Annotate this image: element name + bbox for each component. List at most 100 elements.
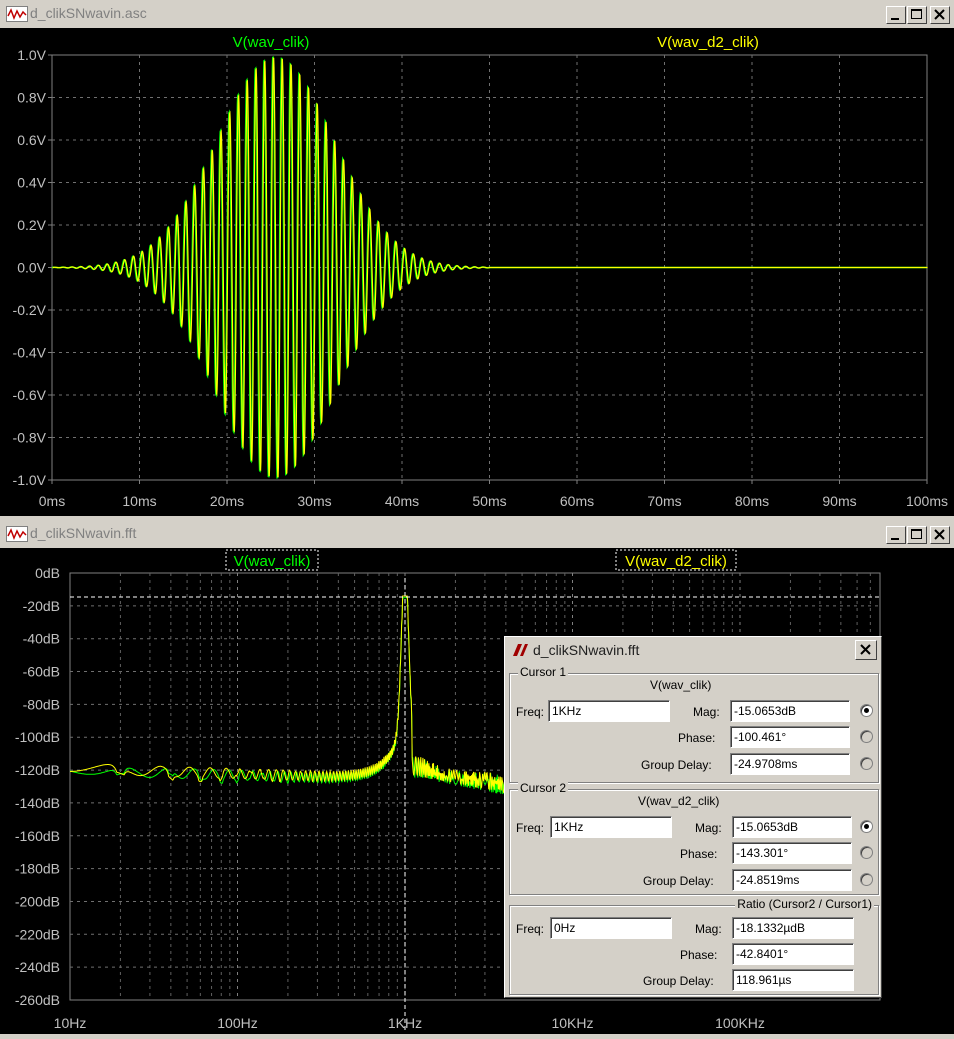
cursor2-gd-field[interactable]: -24.8519ms [732,869,852,891]
cursor2-gd-label: Group Delay: [643,874,714,888]
ratio-group-label: Ratio (Cursor2 / Cursor1) [735,897,874,911]
y-tick-label: 0.6V [17,132,46,148]
y-tick-label: 0.8V [17,90,46,106]
ratio-freq-field[interactable]: 0Hz [550,917,672,939]
freq-tick-label: 100Hz [217,1015,257,1031]
fft-app-icon [6,526,28,542]
x-tick-label: 90ms [822,493,856,509]
minimize-icon [891,538,899,540]
freq-tick-label: 10Hz [54,1015,87,1031]
y-tick-label: -0.8V [13,430,47,446]
y-tick-label: -0.6V [13,387,47,403]
x-tick-label: 20ms [210,493,244,509]
close-icon [934,529,945,540]
db-tick-label: -140dB [15,795,60,811]
db-tick-label: -180dB [15,861,60,877]
fft-minimize-button[interactable] [886,526,906,544]
x-tick-label: 50ms [472,493,506,509]
ratio-group: Ratio (Cursor2 / Cursor1) Freq: 0Hz Mag:… [509,897,879,995]
db-tick-label: -220dB [15,926,60,942]
cursor2-group: Cursor 2 V(wav_d2_clik) Freq: 1KHz Mag: … [509,781,879,895]
close-button[interactable] [930,6,950,24]
cursor2-freq-label: Freq: [516,821,545,835]
db-tick-label: -100dB [15,729,60,745]
cursor1-freq-label: Freq: [516,705,545,719]
cursor-dialog-titlebar[interactable]: d_clikSNwavin.fft [505,637,881,663]
cursor1-gd-radio[interactable] [860,757,873,770]
cursor1-mag-field[interactable]: -15.0653dB [730,700,850,722]
db-tick-label: -20dB [23,598,60,614]
ratio-phase-field[interactable]: -42.8401° [732,943,854,965]
cursor-dialog: d_clikSNwavin.fft Cursor 1 V(wav_clik) F… [504,636,882,998]
fft-titlebar[interactable]: d_clikSNwavin.fft [0,520,954,549]
waveform-window-title: d_clikSNwavin.asc [30,5,147,21]
freq-tick-label: 100KHz [715,1015,765,1031]
ratio-gd-field[interactable]: 118.961µs [732,969,854,991]
y-tick-label: -1.0V [13,472,47,488]
trace-label-wav-clik[interactable]: V(wav_clik) [233,34,310,51]
maximize-button[interactable] [907,6,927,24]
cursor1-trace-name: V(wav_clik) [650,678,712,692]
maximize-icon [911,529,922,539]
cursor1-group-label: Cursor 1 [518,665,569,679]
x-tick-label: 100ms [906,493,948,509]
y-tick-label: 1.0V [17,47,46,63]
cursor2-phase-label: Phase: [680,847,718,861]
close-icon [934,9,945,20]
cursor1-mag-radio[interactable] [860,704,873,717]
db-tick-label: -60dB [23,664,60,680]
db-tick-label: -120dB [15,762,60,778]
x-tick-label: 60ms [560,493,594,509]
db-tick-label: -160dB [15,828,60,844]
fft-close-button[interactable] [930,526,950,544]
cursor2-phase-radio[interactable] [860,846,873,859]
cursor2-mag-radio[interactable] [860,820,873,833]
db-tick-label: -40dB [23,631,60,647]
db-tick-label: 0dB [35,565,60,581]
ratio-mag-label: Mag: [695,922,722,936]
cursor2-mag-field[interactable]: -15.0653dB [732,816,852,838]
cursor1-group: Cursor 1 V(wav_clik) Freq: 1KHz Mag: -15… [509,665,879,783]
y-tick-label: -0.2V [13,302,47,318]
y-tick-label: 0.0V [17,260,46,276]
x-tick-label: 30ms [297,493,331,509]
y-tick-label: 0.4V [17,175,46,191]
cursor1-freq-field[interactable]: 1KHz [548,700,670,722]
cursor1-phase-radio[interactable] [860,730,873,743]
cursor1-gd-label: Group Delay: [641,758,712,772]
cursor2-trace-name: V(wav_d2_clik) [638,794,720,808]
cursor2-phase-field[interactable]: -143.301° [732,842,852,864]
ratio-gd-label: Group Delay: [643,974,714,988]
fft-trace-label-wav-d2-clik[interactable]: V(wav_d2_clik) [625,553,727,570]
freq-tick-label: 10KHz [551,1015,593,1031]
y-tick-label: -0.4V [13,345,47,361]
cursor-dialog-close-button[interactable] [855,640,877,660]
fft-maximize-button[interactable] [907,526,927,544]
waveform-app-icon [6,6,28,22]
ltspice-logo-icon [513,644,528,656]
minimize-button[interactable] [886,6,906,24]
ratio-mag-field[interactable]: -18.1332µdB [732,917,854,939]
minimize-icon [891,18,899,20]
cursor1-mag-label: Mag: [693,705,720,719]
waveform-plot[interactable]: 1.0V 0.8V 0.6V 0.4V 0.2V 0.0V -0.2V -0.4V -0.6V -… [0,28,954,521]
fft-window-title: d_clikSNwavin.fft [30,525,137,541]
waveform-plot-area[interactable]: 1.0V 0.8V 0.6V 0.4V 0.2V 0.0V -0.2V -0.4V -0.6V -… [0,28,954,516]
db-tick-label: -240dB [15,959,60,975]
x-tick-label: 80ms [735,493,769,509]
close-icon [860,644,871,655]
cursor-dialog-title: d_clikSNwavin.fft [533,642,640,658]
x-tick-label: 70ms [647,493,681,509]
trace-label-wav-d2-clik[interactable]: V(wav_d2_clik) [657,34,759,51]
x-tick-label: 0ms [39,493,65,509]
cursor2-gd-radio[interactable] [860,873,873,886]
cursor1-phase-field[interactable]: -100.461° [730,726,850,748]
db-tick-label: -260dB [15,992,60,1008]
x-tick-label: 10ms [122,493,156,509]
cursor1-gd-field[interactable]: -24.9708ms [730,753,850,775]
fft-trace-label-wav-clik[interactable]: V(wav_clik) [234,553,311,570]
cursor2-group-label: Cursor 2 [518,781,569,795]
cursor2-freq-field[interactable]: 1KHz [550,816,672,838]
waveform-titlebar[interactable]: d_clikSNwavin.asc [0,0,954,29]
waveform-window: d_clikSNwavin.asc 1.0V 0.8V 0.6V 0.4V 0.2V 0.… [0,0,954,516]
